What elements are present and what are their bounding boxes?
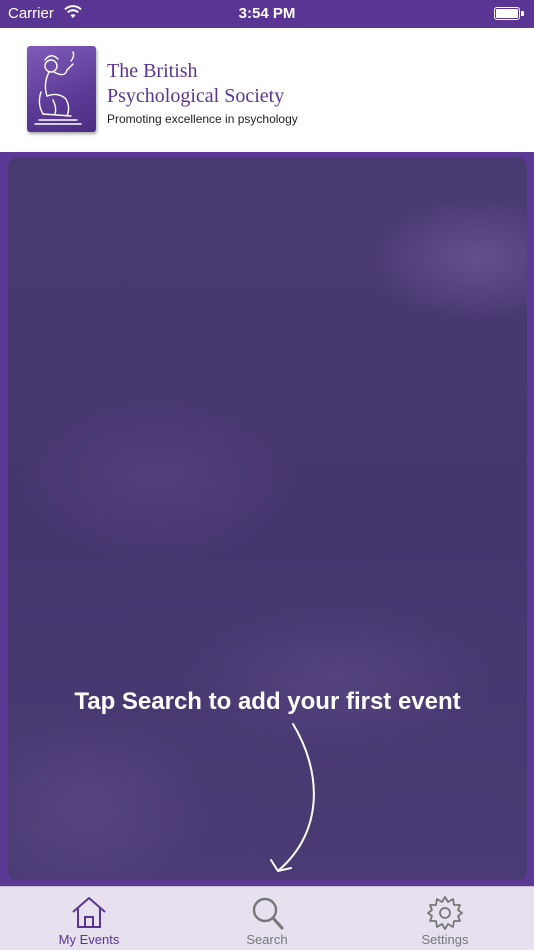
empty-state-hint: Tap Search to add your first event [74, 688, 461, 715]
battery-icon [494, 7, 524, 20]
status-bar: Carrier 3:54 PM [0, 0, 534, 28]
magnifier-icon [252, 897, 284, 930]
tab-label: Settings [421, 932, 469, 947]
events-panel: Tap Search to add your first event [8, 158, 527, 880]
organization-name: The British Psychological Society [107, 59, 327, 109]
clock: 3:54 PM [238, 5, 296, 22]
tagline: Promoting excellence in psychology [107, 112, 298, 126]
gear-icon [427, 896, 463, 930]
org-name-line1: The British [107, 60, 198, 82]
main-content: Tap Search to add your first event [0, 152, 534, 886]
app-header: The British Psychological Society Promot… [0, 28, 534, 152]
tab-search[interactable]: Search [178, 887, 356, 950]
org-name-line2: Psychological Society [107, 85, 285, 107]
tab-bar: My Events Search Settings [0, 886, 534, 950]
tab-label: Search [246, 932, 288, 947]
house-icon [72, 897, 106, 928]
tab-my-events[interactable]: My Events [0, 887, 178, 950]
tab-settings[interactable]: Settings [356, 887, 534, 950]
curved-arrow-icon [270, 723, 315, 872]
tab-label: My Events [58, 932, 120, 947]
bps-logo-icon [27, 46, 96, 132]
